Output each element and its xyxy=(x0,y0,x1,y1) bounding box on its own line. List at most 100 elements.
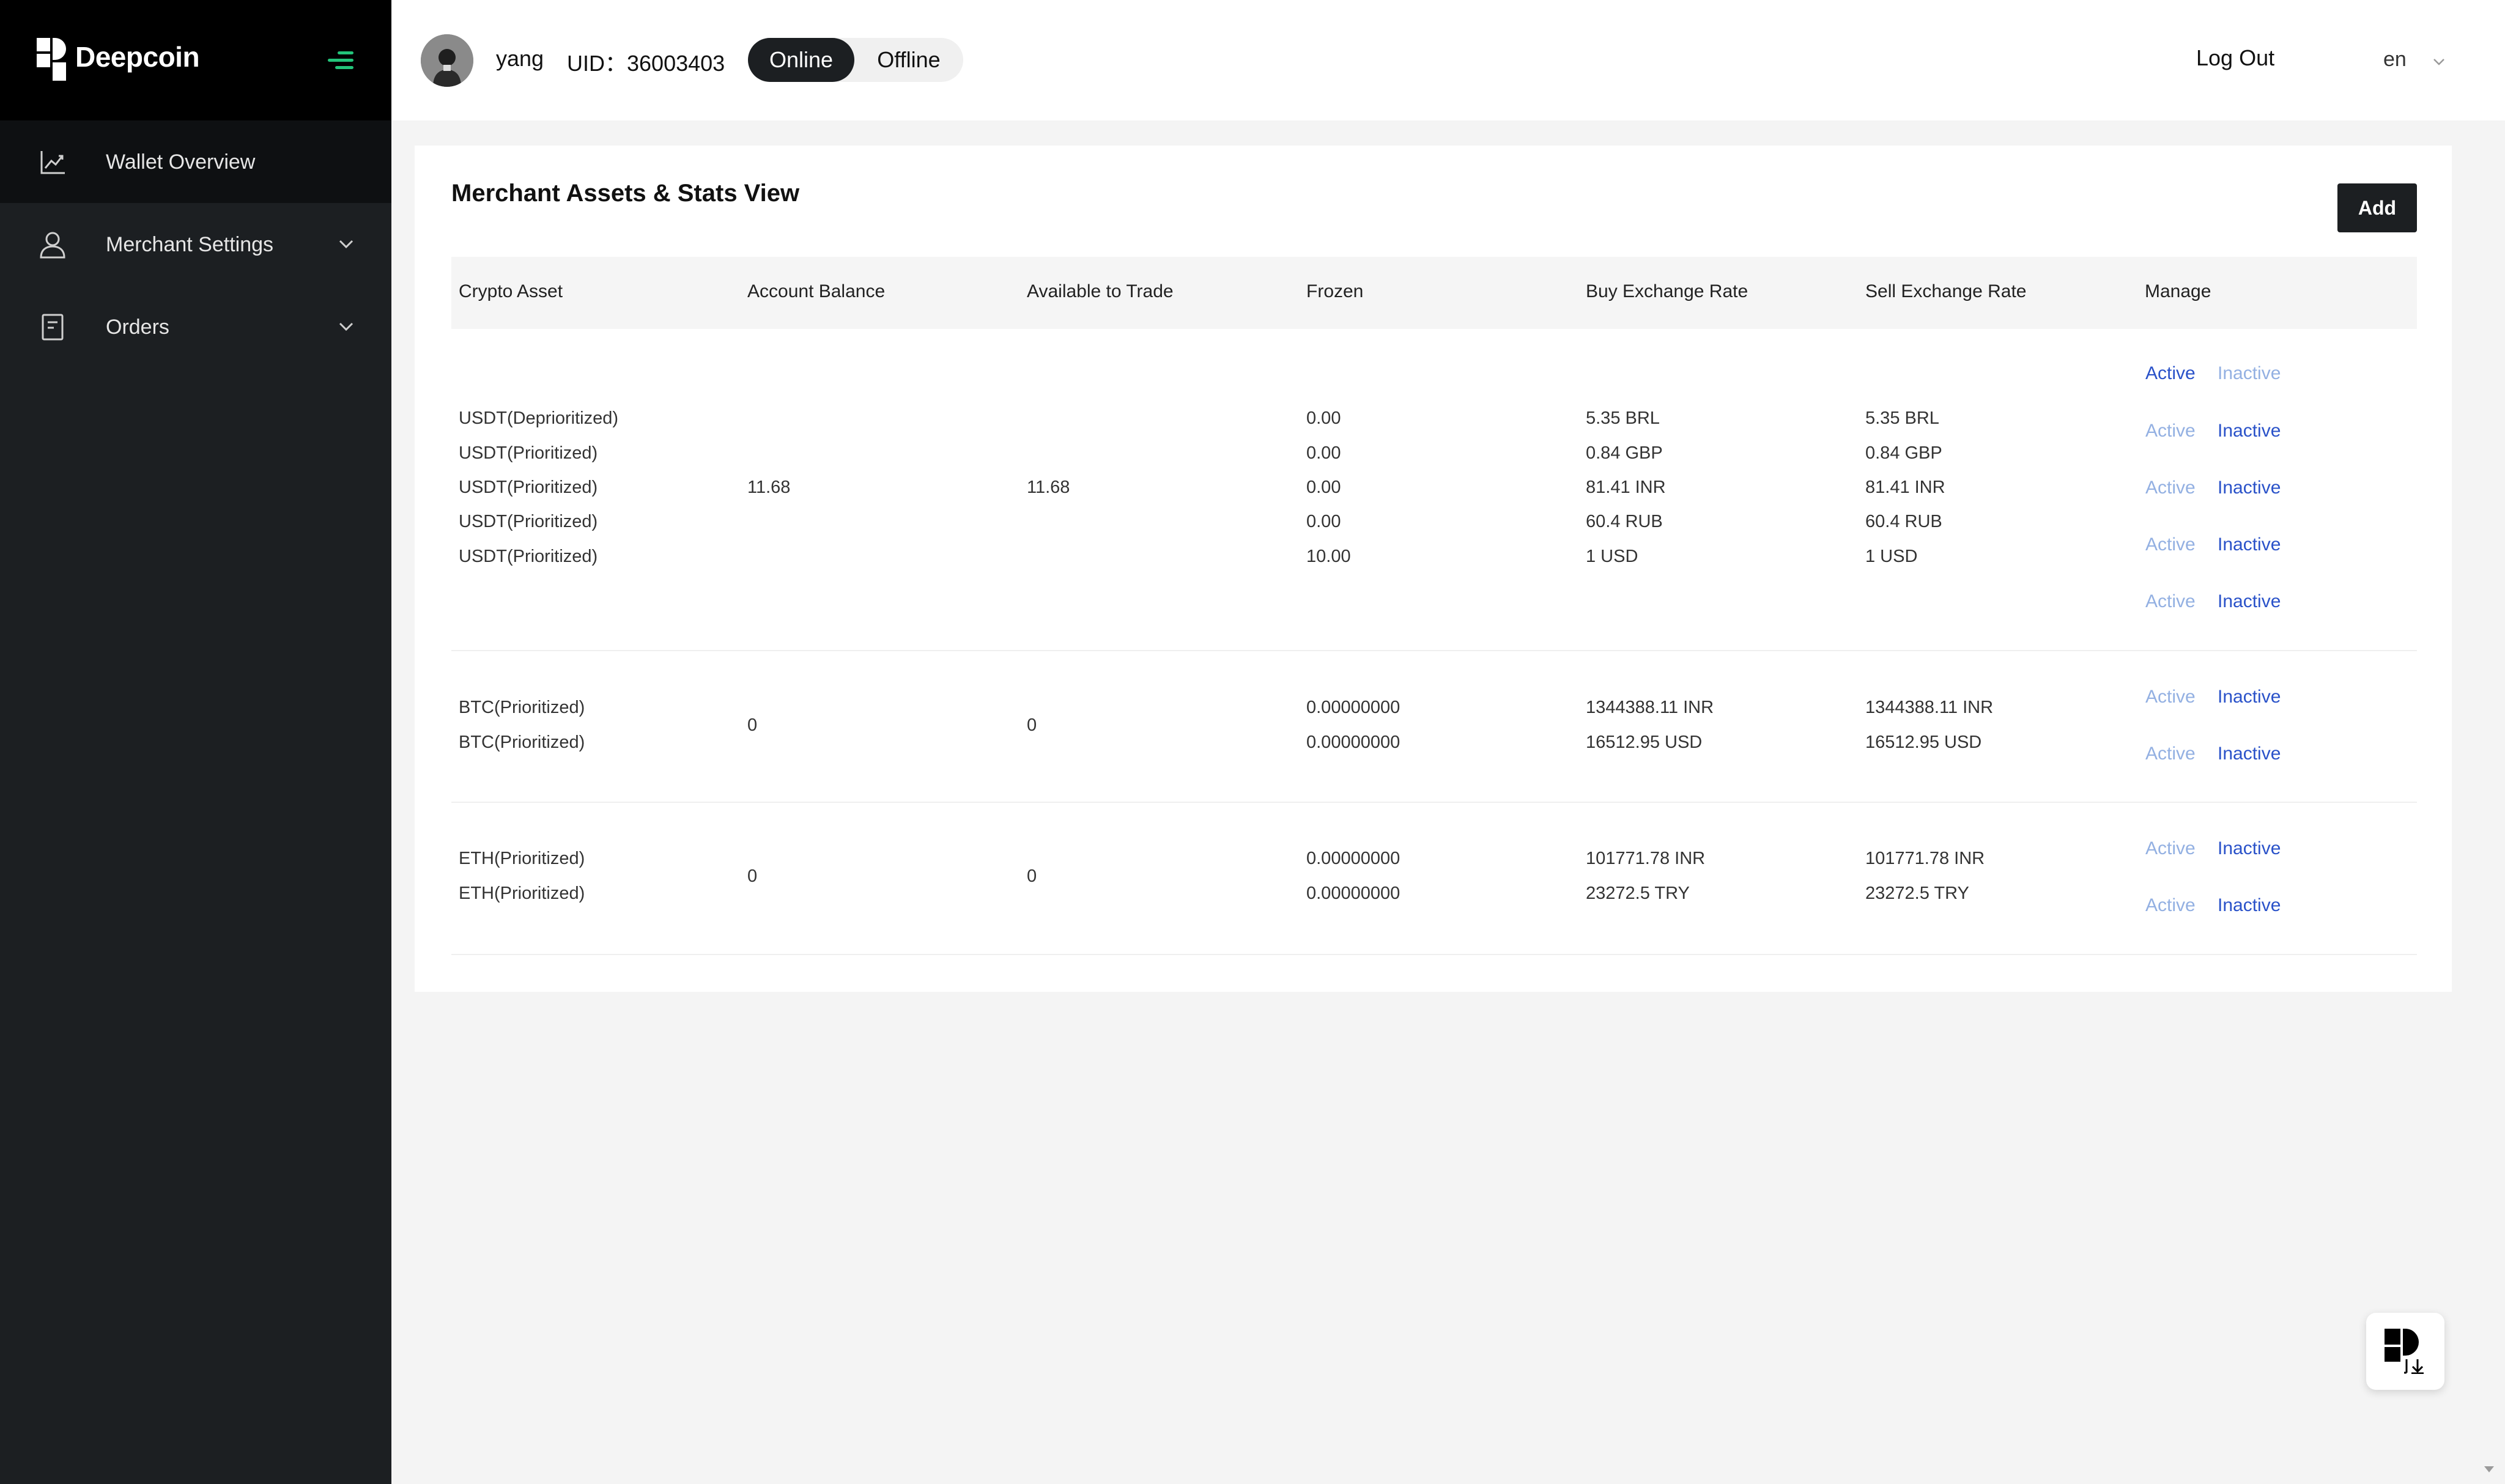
asset-name: USDT(Deprioritized) xyxy=(459,408,619,428)
sell-rate: 81.41 INR xyxy=(1865,478,1945,497)
row-divider xyxy=(451,802,2417,803)
inactive-link[interactable]: Inactive xyxy=(2218,687,2281,707)
top-bar: yang UID：36003403 Online Offline Log Out… xyxy=(391,0,2505,120)
sidebar-item-orders[interactable]: Orders xyxy=(0,286,391,368)
account-balance: 11.68 xyxy=(747,478,791,497)
menu-toggle-icon[interactable] xyxy=(328,48,353,72)
active-link[interactable]: Active xyxy=(2145,838,2196,859)
page-title: Merchant Assets & Stats View xyxy=(451,180,800,207)
frozen-value: 0.00 xyxy=(1306,478,1341,497)
column-header-buy-exchange-rate: Buy Exchange Rate xyxy=(1586,281,1748,301)
user-icon xyxy=(40,232,65,259)
asset-name: USDT(Prioritized) xyxy=(459,512,598,531)
active-link[interactable]: Active xyxy=(2145,744,2196,764)
document-icon xyxy=(42,314,64,341)
chevron-down-icon xyxy=(339,322,353,331)
buy-rate: 5.35 BRL xyxy=(1586,408,1660,428)
frozen-value: 0.00000000 xyxy=(1306,698,1401,717)
asset-name: ETH(Prioritized) xyxy=(459,884,585,903)
available-to-trade: 0 xyxy=(1027,715,1037,735)
user-name: yang xyxy=(496,46,544,71)
app-download-button[interactable] xyxy=(2366,1313,2444,1390)
frozen-value: 10.00 xyxy=(1306,547,1351,566)
inactive-link[interactable]: Inactive xyxy=(2218,421,2281,441)
chart-line-icon xyxy=(40,151,65,174)
row-divider xyxy=(451,954,2417,955)
asset-name: BTC(Prioritized) xyxy=(459,733,585,752)
sidebar-item-merchant-settings[interactable]: Merchant Settings xyxy=(0,203,391,286)
inactive-link[interactable]: Inactive xyxy=(2218,478,2281,498)
asset-name: USDT(Prioritized) xyxy=(459,443,598,463)
sell-rate: 1344388.11 INR xyxy=(1865,698,1994,717)
buy-rate: 101771.78 INR xyxy=(1586,849,1706,868)
buy-rate: 16512.95 USD xyxy=(1586,733,1703,752)
active-link[interactable]: Active xyxy=(2145,478,2196,498)
row-divider xyxy=(451,650,2417,651)
brand-name: Deepcoin xyxy=(75,41,200,73)
avatar-person-icon xyxy=(421,34,473,87)
asset-name: USDT(Prioritized) xyxy=(459,547,598,566)
sell-rate: 0.84 GBP xyxy=(1865,443,1942,463)
language-select[interactable]: en xyxy=(2383,48,2407,72)
column-header-crypto-asset: Crypto Asset xyxy=(459,281,563,301)
inactive-link[interactable]: Inactive xyxy=(2218,591,2281,612)
deepcoin-logo-icon xyxy=(37,38,66,81)
status-online-button[interactable]: Online xyxy=(748,38,854,82)
asset-name: BTC(Prioritized) xyxy=(459,698,585,717)
frozen-value: 0.00 xyxy=(1306,408,1341,428)
status-offline-button[interactable]: Offline xyxy=(854,38,963,82)
avatar[interactable] xyxy=(421,34,473,87)
buy-rate: 1 USD xyxy=(1586,547,1638,566)
brand-header: Deepcoin xyxy=(0,0,391,120)
inactive-link[interactable]: Inactive xyxy=(2218,744,2281,764)
frozen-value: 0.00000000 xyxy=(1306,849,1401,868)
scroll-down-arrow-icon[interactable] xyxy=(2482,1461,2496,1476)
active-link[interactable]: Active xyxy=(2145,421,2196,441)
column-header-available-to-trade: Available to Trade xyxy=(1027,281,1174,301)
sidebar: Deepcoin Wallet Overview Merchant Settin… xyxy=(0,0,391,1484)
frozen-value: 0.00000000 xyxy=(1306,884,1401,903)
sell-rate: 16512.95 USD xyxy=(1865,733,1982,752)
column-header-account-balance: Account Balance xyxy=(747,281,886,301)
sell-rate: 23272.5 TRY xyxy=(1865,884,1969,903)
active-link[interactable]: Active xyxy=(2145,534,2196,555)
user-uid: UID：36003403 xyxy=(567,51,725,76)
column-header-sell-exchange-rate: Sell Exchange Rate xyxy=(1865,281,2027,301)
buy-rate: 81.41 INR xyxy=(1586,478,1666,497)
column-header-frozen: Frozen xyxy=(1306,281,1364,301)
chevron-down-icon xyxy=(339,240,353,249)
frozen-value: 0.00000000 xyxy=(1306,733,1401,752)
buy-rate: 0.84 GBP xyxy=(1586,443,1663,463)
sidebar-item-label: Merchant Settings xyxy=(106,233,274,256)
account-balance: 0 xyxy=(747,866,758,886)
merchant-assets-card: Merchant Assets & Stats View Add Crypto … xyxy=(415,146,2452,992)
frozen-value: 0.00 xyxy=(1306,512,1341,531)
frozen-value: 0.00 xyxy=(1306,443,1341,463)
deepcoin-app-download-icon xyxy=(2385,1329,2424,1374)
active-link[interactable]: Active xyxy=(2145,687,2196,707)
sell-rate: 101771.78 INR xyxy=(1865,849,1985,868)
active-link[interactable]: Active xyxy=(2145,591,2196,612)
add-button[interactable]: Add xyxy=(2337,183,2417,232)
sidebar-item-label: Orders xyxy=(106,316,169,339)
sell-rate: 5.35 BRL xyxy=(1865,408,1939,428)
buy-rate: 1344388.11 INR xyxy=(1586,698,1714,717)
sell-rate: 60.4 RUB xyxy=(1865,512,1942,531)
buy-rate: 23272.5 TRY xyxy=(1586,884,1690,903)
online-status-toggle: Online Offline xyxy=(748,38,963,82)
active-link[interactable]: Active xyxy=(2145,363,2196,384)
asset-name: USDT(Prioritized) xyxy=(459,478,598,497)
inactive-link[interactable]: Inactive xyxy=(2218,534,2281,555)
account-balance: 0 xyxy=(747,715,758,735)
inactive-link[interactable]: Inactive xyxy=(2218,895,2281,916)
asset-name: ETH(Prioritized) xyxy=(459,849,585,868)
table-header: Crypto Asset Account Balance Available t… xyxy=(451,257,2417,329)
logout-button[interactable]: Log Out xyxy=(2196,45,2274,71)
inactive-link[interactable]: Inactive xyxy=(2218,363,2281,384)
sidebar-item-wallet-overview[interactable]: Wallet Overview xyxy=(0,120,391,203)
inactive-link[interactable]: Inactive xyxy=(2218,838,2281,859)
active-link[interactable]: Active xyxy=(2145,895,2196,916)
sell-rate: 1 USD xyxy=(1865,547,1918,566)
chevron-down-icon[interactable] xyxy=(2430,53,2448,71)
sidebar-item-label: Wallet Overview xyxy=(106,150,256,174)
